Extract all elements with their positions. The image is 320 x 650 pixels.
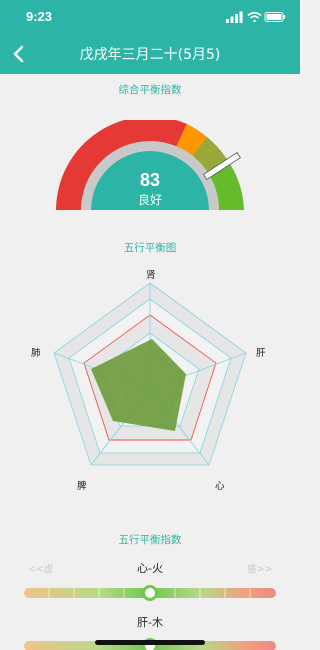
radar-label-liver: 肝 [256,348,266,359]
balance-title: 五行平衡指数 [118,534,182,546]
status-bar: 9:23 [0,0,300,34]
gauge-grade: 良好 [137,193,162,207]
gauge-title: 综合平衡指数 [118,84,182,96]
back-button[interactable] [4,38,36,70]
wifi-icon [247,11,262,23]
element-label-fire: 心-火 [137,562,163,575]
balance-slider-fire[interactable] [24,585,276,601]
radar-label-lung: 肺 [31,348,41,359]
slider-knob-fire[interactable] [142,585,158,601]
page-title: 戊戌年三月二十(5月5) [79,47,221,63]
signal-icon [226,11,243,23]
battery-icon [264,12,286,22]
element-label-wood: 肝-木 [137,616,163,629]
status-time: 9:23 [26,9,53,24]
radar-label-kidney: 肾 [146,270,156,281]
gauge-score: 83 [139,170,161,190]
radar-title: 五行平衡图 [123,242,177,254]
status-icons [226,11,286,23]
home-indicator [95,640,205,645]
five-element-radar [53,282,247,466]
nav-bar: 戊戌年三月二十(5月5) [0,34,300,74]
radar-label-heart: 心 [215,481,225,492]
chevron-left-icon [13,45,24,63]
radar-label-spleen: 脾 [77,481,87,492]
